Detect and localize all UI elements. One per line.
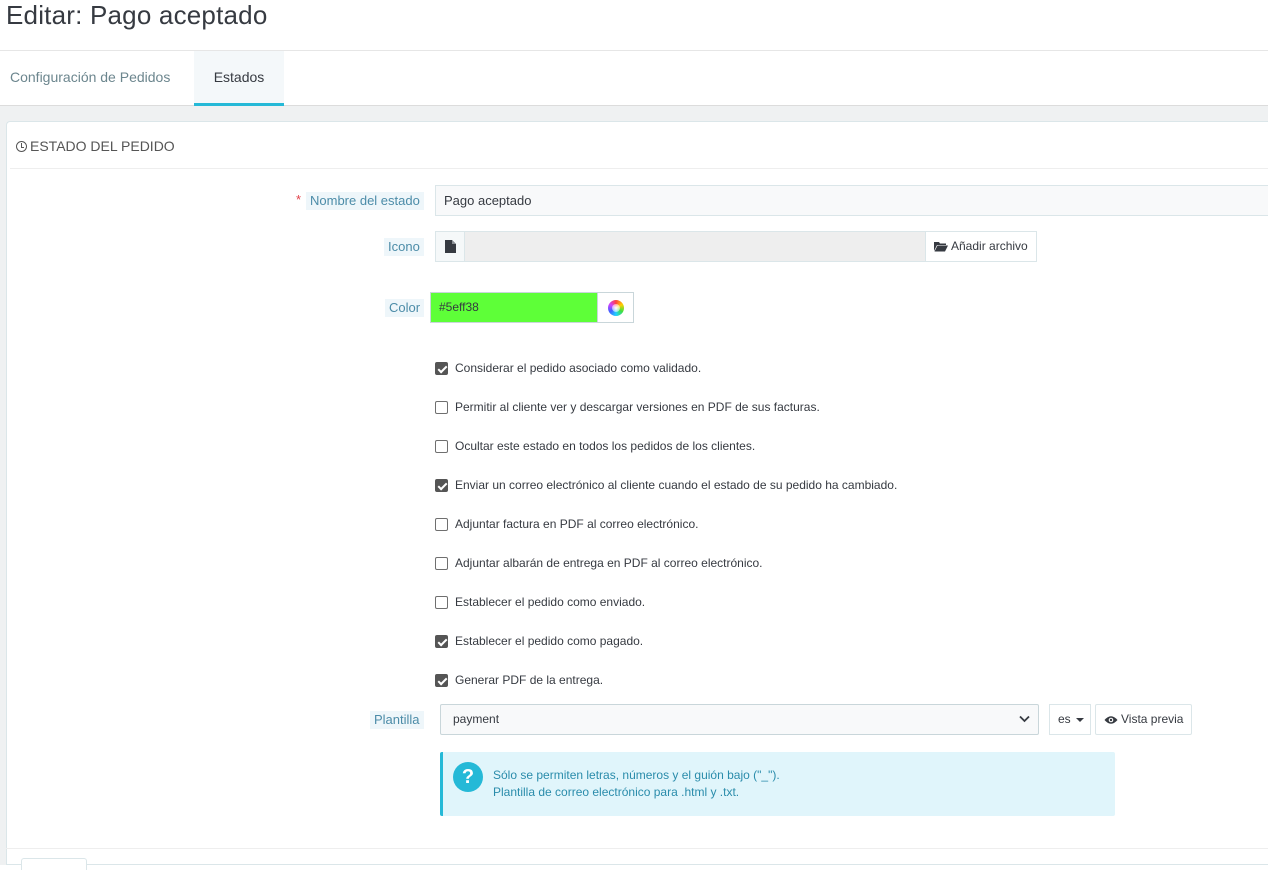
template-select[interactable]: payment: [440, 704, 1039, 735]
tabs-bar: Configuración de Pedidos Estados: [0, 50, 1268, 106]
clock-icon: [16, 141, 27, 152]
checkbox[interactable]: [435, 479, 448, 492]
checkbox-label: Establecer el pedido como pagado.: [455, 634, 644, 648]
panel-heading-text: ESTADO DEL PEDIDO: [30, 138, 175, 154]
checkbox[interactable]: [435, 440, 448, 453]
checkbox-label: Establecer el pedido como enviado.: [455, 595, 646, 609]
checkbox[interactable]: [435, 518, 448, 531]
preview-button[interactable]: Vista previa: [1095, 704, 1192, 735]
checkbox-label: Permitir al cliente ver y descargar vers…: [455, 400, 820, 414]
name-input[interactable]: Pago aceptado: [435, 185, 1268, 216]
language-dropdown[interactable]: es: [1049, 704, 1091, 735]
template-label: Plantilla: [370, 711, 424, 729]
checkbox[interactable]: [435, 674, 448, 687]
tab-configuracion-pedidos[interactable]: Configuración de Pedidos: [0, 51, 194, 106]
color-picker-button[interactable]: [597, 292, 634, 323]
checkbox-label: Considerar el pedido asociado como valid…: [455, 361, 702, 375]
info-alert: ? Sólo se permiten letras, números y el …: [440, 752, 1115, 816]
language-value: es: [1058, 712, 1071, 726]
checkbox[interactable]: [435, 362, 448, 375]
checkbox[interactable]: [435, 401, 448, 414]
add-file-button[interactable]: Añadir archivo: [925, 231, 1037, 262]
tab-estados[interactable]: Estados: [194, 51, 284, 106]
checkbox[interactable]: [435, 557, 448, 570]
add-file-label: Añadir archivo: [951, 239, 1028, 253]
checkbox-label: Enviar un correo electrónico al cliente …: [455, 478, 898, 492]
checkbox-label: Ocultar este estado en todos los pedidos…: [455, 439, 756, 453]
page-title: Editar: Pago aceptado: [6, 0, 268, 30]
folder-open-icon: [934, 242, 948, 252]
file-icon: [435, 231, 465, 262]
caret-down-icon: [1076, 718, 1084, 722]
info-line-1: Sólo se permiten letras, números y el gu…: [493, 768, 780, 782]
question-icon: ?: [453, 762, 483, 792]
icon-label: Icono: [384, 238, 424, 256]
chevron-down-icon: [1019, 715, 1030, 723]
checkbox[interactable]: [435, 635, 448, 648]
icon-file-field[interactable]: [465, 231, 926, 262]
info-text: Sólo se permiten letras, números y el gu…: [493, 767, 780, 801]
footer-button[interactable]: [21, 858, 87, 870]
required-mark: *: [296, 192, 302, 207]
color-input[interactable]: #5eff38: [430, 292, 598, 323]
info-line-2: Plantilla de correo electrónico para .ht…: [493, 785, 740, 799]
panel-heading: ESTADO DEL PEDIDO: [10, 125, 1268, 169]
checkbox-label: Generar PDF de la entrega.: [455, 673, 604, 687]
checkbox-label: Adjuntar factura en PDF al correo electr…: [455, 517, 699, 531]
name-label: Nombre del estado: [306, 192, 424, 210]
color-wheel-icon: [608, 300, 624, 316]
checkbox[interactable]: [435, 596, 448, 609]
panel-footer-divider: [6, 848, 1268, 849]
eye-icon: [1104, 716, 1118, 724]
preview-label: Vista previa: [1121, 712, 1184, 726]
checkbox-label: Adjuntar albarán de entrega en PDF al co…: [455, 556, 763, 570]
template-selected-value: payment: [453, 712, 500, 726]
color-label: Color: [385, 299, 425, 317]
